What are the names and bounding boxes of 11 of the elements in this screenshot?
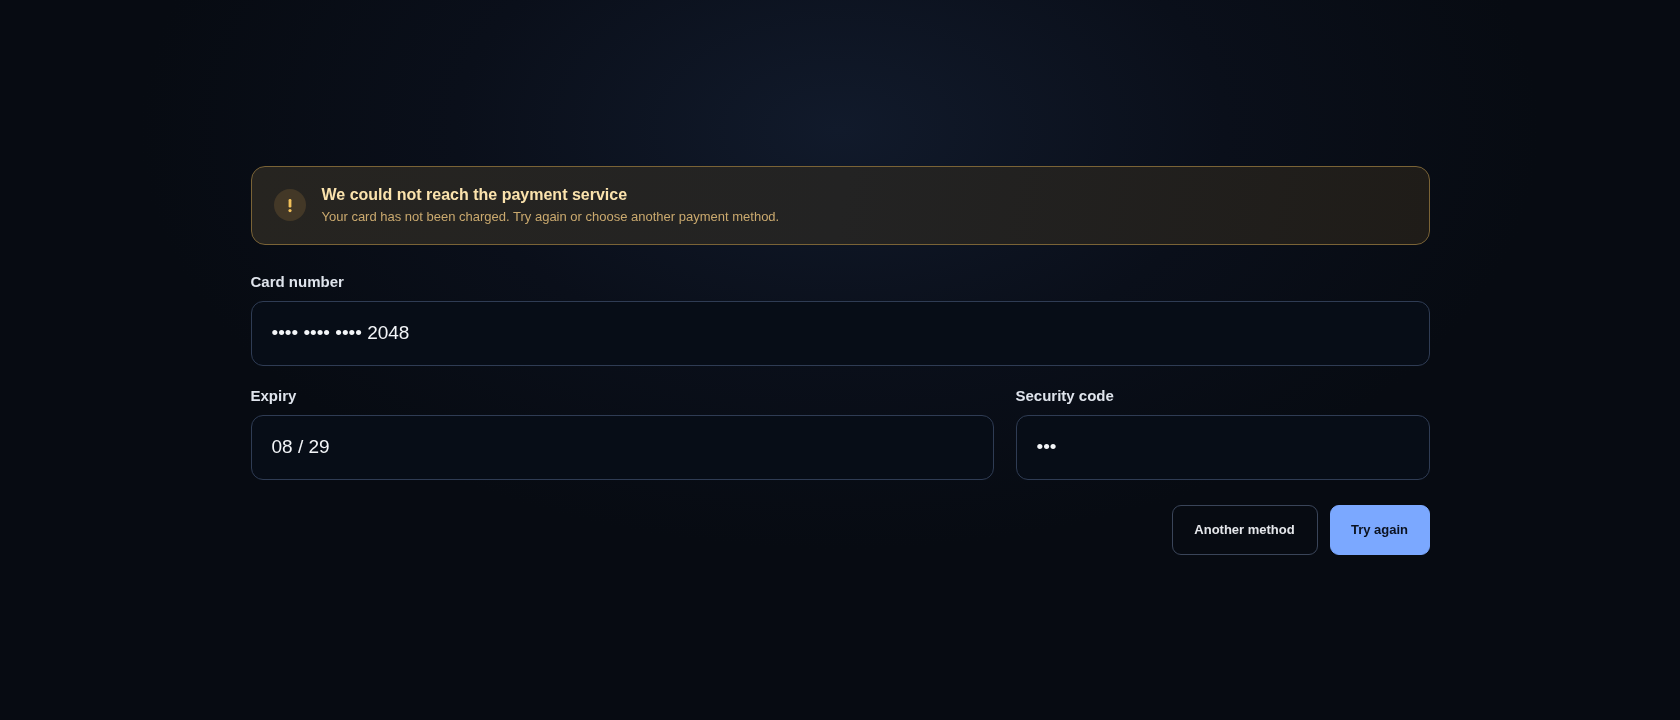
field-label: Card number [250, 271, 345, 292]
alert-message: Your card has not been charged. Try again or choose another payment method. [321, 208, 780, 226]
field-label: Expiry [250, 385, 298, 406]
input-field[interactable]: 08 / 29 [250, 414, 994, 480]
input-field[interactable]: ••• [1015, 414, 1430, 480]
input-field[interactable]: •••• •••• •••• 2048 [250, 300, 1430, 366]
field-label: Security code [1015, 385, 1115, 406]
alert-title: We could not reach the payment service [321, 185, 629, 205]
try-again-button[interactable]: Try again [1329, 504, 1430, 555]
exclamation-icon [273, 189, 306, 221]
secondary-button[interactable]: Another method [1171, 504, 1318, 555]
